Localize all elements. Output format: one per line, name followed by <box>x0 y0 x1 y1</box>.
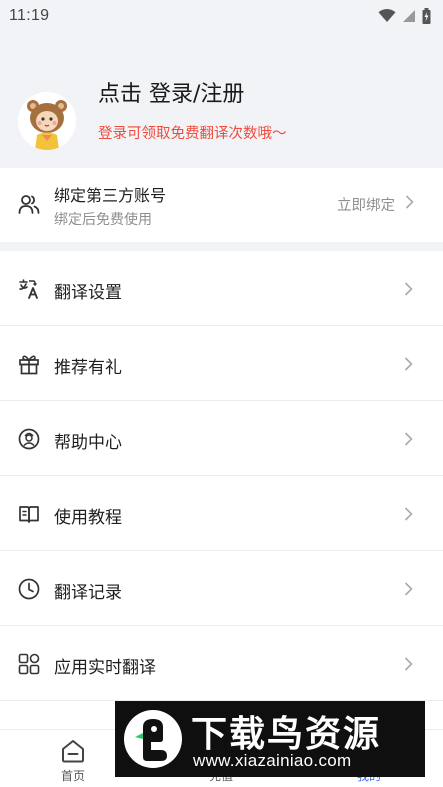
menu-item-tutorial[interactable]: 使用教程 <box>0 476 443 551</box>
home-icon <box>62 740 84 763</box>
chevron-right-icon <box>404 282 413 296</box>
menu-item-referral-rewards[interactable]: 推荐有礼 <box>0 326 443 401</box>
menu-item-label: 翻译设置 <box>54 283 122 303</box>
translate-icon <box>19 279 38 299</box>
profile-header[interactable]: 点击 登录/注册 登录可领取免费翻译次数哦～ <box>0 60 443 168</box>
wifi-icon <box>378 9 396 22</box>
chevron-right-icon <box>404 582 413 596</box>
settings-menu: 翻译设置 推荐有礼 帮助中心 使用教程 翻译记录 应用实时翻译 <box>0 251 443 729</box>
bind-now-link[interactable]: 立即绑定 <box>337 194 395 215</box>
clock-icon <box>18 578 40 600</box>
chevron-right-icon <box>405 195 414 209</box>
menu-item-help-center[interactable]: 帮助中心 <box>0 401 443 476</box>
bird-logo-icon <box>124 710 182 768</box>
users-icon <box>18 195 40 214</box>
menu-item-app-realtime-translation[interactable]: 应用实时翻译 <box>0 626 443 701</box>
menu-item-translation-history[interactable]: 翻译记录 <box>0 551 443 626</box>
status-icons <box>378 8 431 24</box>
menu-item-label: 推荐有礼 <box>54 358 122 378</box>
support-icon <box>18 428 40 450</box>
cellular-signal-icon <box>403 10 415 22</box>
gift-icon <box>19 355 39 375</box>
bind-account-subtitle: 绑定后免费使用 <box>54 212 152 228</box>
battery-icon <box>422 8 431 24</box>
menu-item-label: 帮助中心 <box>54 433 122 453</box>
chevron-right-icon <box>404 657 413 671</box>
tab-label: 首页 <box>60 769 85 783</box>
watermark-title: 下载鸟资源 <box>191 714 382 755</box>
bind-now-label: 立即绑定 <box>337 198 395 214</box>
chevron-right-icon <box>404 357 413 371</box>
tab-home[interactable]: 首页 <box>18 738 128 784</box>
watermark-banner: 下载鸟资源 www.xiazainiao.com <box>115 701 425 777</box>
status-bar: 11:19 <box>0 0 443 32</box>
avatar[interactable] <box>18 92 76 150</box>
book-icon <box>19 506 39 523</box>
chevron-right-icon <box>404 507 413 521</box>
login-promo-text: 登录可领取免费翻译次数哦～ <box>98 126 287 142</box>
bear-mascot-icon <box>18 92 76 150</box>
apps-grid-icon <box>18 653 40 675</box>
watermark-url: www.xiazainiao.com <box>193 751 352 770</box>
menu-item-label: 使用教程 <box>54 508 122 528</box>
login-register-link[interactable]: 点击 登录/注册 <box>98 76 244 108</box>
menu-item-translation-settings[interactable]: 翻译设置 <box>0 251 443 326</box>
chevron-right-icon <box>404 432 413 446</box>
bind-account-title: 绑定第三方账号 <box>54 186 167 205</box>
status-time: 11:19 <box>9 7 50 24</box>
menu-item-label: 翻译记录 <box>54 583 122 603</box>
bind-account-row[interactable]: 绑定第三方账号 绑定后免费使用 立即绑定 <box>0 168 443 242</box>
menu-item-label: 应用实时翻译 <box>54 658 156 678</box>
